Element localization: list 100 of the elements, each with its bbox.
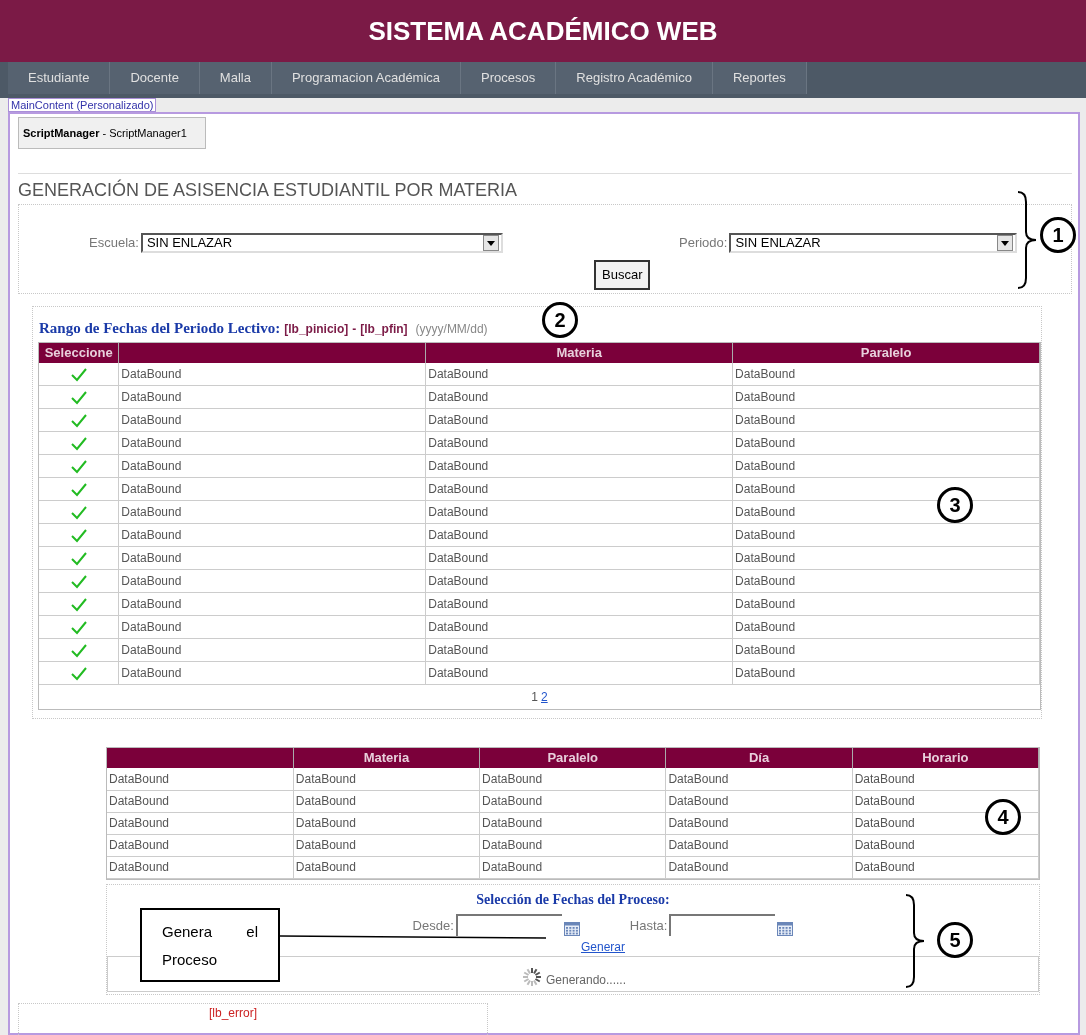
table-cell: DataBound: [293, 856, 480, 878]
date-field[interactable]: [455, 913, 562, 936]
table-cell: DataBound: [425, 638, 733, 662]
checkmark-icon[interactable]: [70, 367, 87, 382]
table-cell: DataBound: [732, 362, 1040, 386]
table-cell: DataBound: [665, 834, 853, 856]
table-cell: DataBound: [665, 856, 853, 878]
table-cell: DataBound: [665, 790, 853, 812]
table-cell: DataBound: [425, 661, 733, 685]
nav-item[interactable]: Malla: [199, 62, 272, 94]
section-title: Selección de Fechas del Proceso:: [476, 890, 670, 909]
table-cell: DataBound: [118, 385, 426, 409]
checkmark-icon[interactable]: [70, 482, 87, 497]
table-cell: DataBound: [425, 362, 733, 386]
table-cell: DataBound: [118, 500, 426, 524]
checkmark-icon[interactable]: [70, 413, 87, 428]
column-header: Paralelo: [732, 342, 1040, 363]
table-cell: DataBound: [118, 638, 426, 662]
dropdown[interactable]: SIN ENLAZAR: [729, 233, 1018, 253]
date-field[interactable]: [669, 913, 776, 936]
checkmark-icon[interactable]: [70, 643, 87, 658]
table-cell: DataBound: [118, 523, 426, 547]
table-cell: DataBound: [732, 431, 1040, 455]
field-label: Desde:: [412, 917, 454, 935]
table-cell: DataBound: [118, 569, 426, 593]
field-label: Periodo:: [679, 234, 728, 253]
checkmark-icon[interactable]: [70, 505, 87, 520]
table-cell: DataBound: [107, 856, 294, 878]
page-link[interactable]: 2: [541, 688, 548, 706]
column-header: Paralelo: [479, 748, 666, 768]
table-cell: DataBound: [107, 768, 294, 790]
column-header: Materia: [293, 748, 480, 768]
checkmark-icon[interactable]: [70, 436, 87, 451]
column-header: Horario: [852, 748, 1039, 768]
table-cell: DataBound: [425, 569, 733, 593]
end-date-label: [lb_pfin]: [360, 321, 408, 338]
table-cell: DataBound: [118, 615, 426, 639]
date-format-hint: (yyyy/MM/dd): [415, 321, 488, 338]
callout-box: Genera el Proceso: [140, 908, 280, 982]
table-cell: DataBound: [425, 385, 733, 409]
table-cell: DataBound: [732, 615, 1040, 639]
generate-link[interactable]: Generar: [581, 937, 625, 956]
column-header: Materia: [425, 342, 733, 363]
table-cell: DataBound: [665, 812, 853, 834]
table-cell: DataBound: [118, 431, 426, 455]
date-range-label: Rango de Fechas del Periodo Lectivo:: [39, 319, 281, 338]
checkmark-icon[interactable]: [70, 528, 87, 543]
table-cell: DataBound: [293, 768, 480, 790]
search-button[interactable]: Buscar: [594, 260, 651, 290]
checkmark-icon[interactable]: [70, 666, 87, 681]
table-cell: DataBound: [425, 408, 733, 432]
table-cell: DataBound: [107, 790, 294, 812]
table-cell: DataBound: [732, 592, 1040, 616]
nav-item[interactable]: Programacion Académica: [271, 62, 462, 94]
table-cell: DataBound: [425, 592, 733, 616]
table-cell: DataBound: [425, 454, 733, 478]
nav-item[interactable]: Reportes: [712, 62, 807, 94]
date-separator: -: [352, 321, 357, 338]
table-cell: DataBound: [732, 661, 1040, 685]
field-label: Escuela:: [89, 234, 139, 253]
table-cell: DataBound: [732, 408, 1040, 432]
nav-item[interactable]: Procesos: [461, 62, 557, 94]
content-placeholder-tag: MainContent (Personalizado): [8, 98, 157, 112]
curly-brace-icon: [904, 893, 926, 989]
table-cell: DataBound: [293, 812, 480, 834]
table-cell: DataBound: [732, 569, 1040, 593]
curly-brace-icon: [1016, 190, 1038, 290]
table-cell: DataBound: [732, 638, 1040, 662]
table-cell: DataBound: [732, 523, 1040, 547]
table-cell: DataBound: [118, 362, 426, 386]
nav-item[interactable]: Registro Académico: [556, 62, 713, 94]
table-cell: DataBound: [118, 661, 426, 685]
calendar-icon[interactable]: [563, 921, 580, 936]
table-cell: DataBound: [118, 546, 426, 570]
checkmark-icon[interactable]: [70, 597, 87, 612]
table-cell: DataBound: [732, 385, 1040, 409]
table-cell: DataBound: [118, 408, 426, 432]
table-cell: DataBound: [479, 856, 666, 878]
table-cell: DataBound: [732, 454, 1040, 478]
checkmark-icon[interactable]: [70, 390, 87, 405]
table-cell: DataBound: [852, 768, 1039, 790]
table-cell: DataBound: [732, 546, 1040, 570]
start-date-label: [lb_pinicio]: [284, 321, 349, 338]
column-header: Seleccione: [39, 342, 119, 363]
nav-item[interactable]: Estudiante: [8, 62, 111, 94]
table-cell: DataBound: [118, 454, 426, 478]
field-label: Hasta:: [629, 917, 668, 935]
page-link[interactable]: 1: [531, 688, 538, 706]
checkmark-icon[interactable]: [70, 459, 87, 474]
table-cell: DataBound: [425, 477, 733, 501]
table-cell: DataBound: [118, 477, 426, 501]
nav-item[interactable]: Docente: [110, 62, 200, 94]
checkmark-icon[interactable]: [70, 620, 87, 635]
dropdown[interactable]: SIN ENLAZAR: [140, 233, 503, 253]
column-header: Día: [665, 748, 853, 768]
checkmark-icon[interactable]: [70, 551, 87, 566]
checkmark-icon[interactable]: [70, 574, 87, 589]
calendar-icon[interactable]: [777, 921, 794, 936]
error-label: [lb_error]: [209, 1004, 258, 1022]
table-cell: DataBound: [425, 615, 733, 639]
